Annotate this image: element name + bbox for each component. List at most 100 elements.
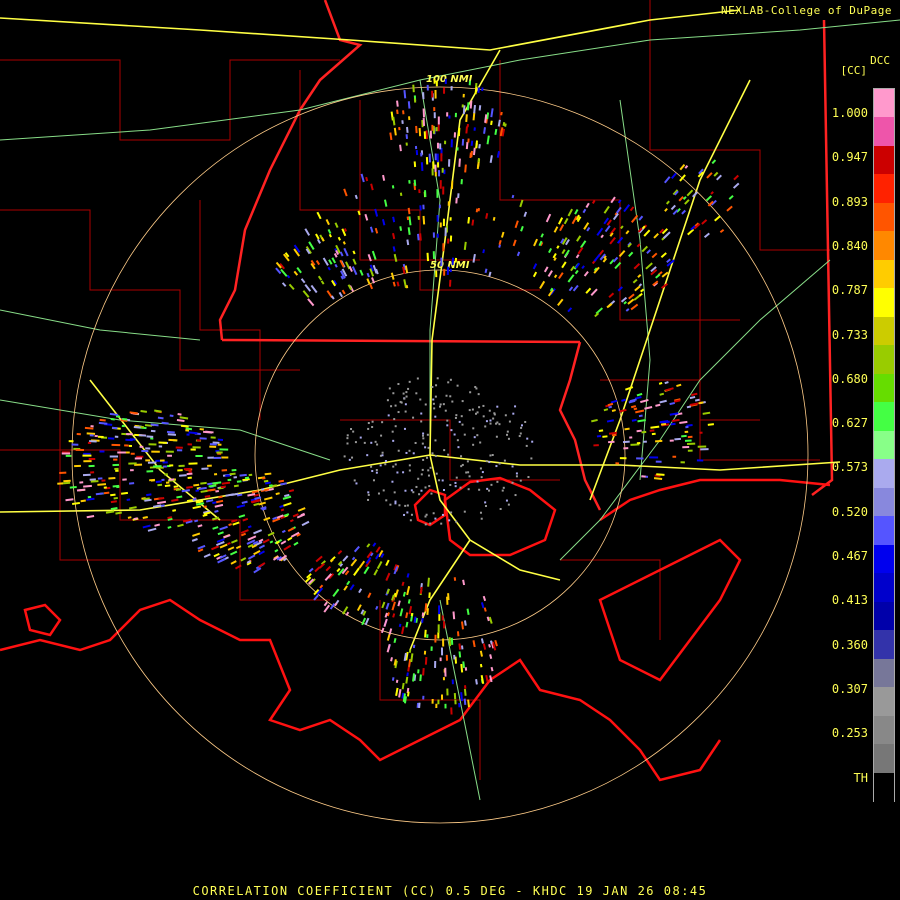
- radar-echo: [310, 284, 318, 294]
- radar-echo: [520, 424, 523, 427]
- radar-echo: [607, 303, 613, 308]
- radar-echo: [449, 395, 452, 398]
- radar-echo: [110, 493, 116, 497]
- radar-echo: [188, 431, 198, 435]
- radar-echo: [581, 265, 585, 270]
- radar-echo: [381, 601, 386, 609]
- radar-echo: [408, 216, 412, 226]
- radar-echo: [439, 405, 442, 408]
- radar-echo: [557, 298, 564, 307]
- color-scale-segment: [874, 487, 894, 517]
- radar-echo: [502, 486, 505, 489]
- radar-echo: [364, 213, 369, 221]
- radar-echo: [393, 418, 396, 421]
- radar-echo: [284, 493, 290, 498]
- radar-echo: [408, 449, 411, 452]
- radar-echo: [385, 499, 388, 502]
- radar-echo: [512, 239, 517, 247]
- radar-echo: [705, 195, 713, 202]
- radar-echo: [406, 672, 409, 677]
- radar-echo: [404, 403, 407, 406]
- radar-echo: [580, 240, 587, 249]
- radar-echo: [468, 409, 471, 412]
- radar-echo: [461, 400, 464, 403]
- radar-echo: [403, 90, 407, 99]
- radar-echo: [412, 673, 416, 682]
- radar-echo: [484, 268, 488, 274]
- radar-echo: [662, 231, 671, 239]
- radar-echo: [460, 455, 463, 458]
- radar-echo: [396, 471, 399, 474]
- color-scale-label: 0.253: [831, 726, 868, 741]
- radar-echo: [479, 467, 482, 470]
- radar-echo: [342, 555, 349, 562]
- color-scale-segment: [874, 117, 894, 147]
- radar-echo: [467, 471, 470, 474]
- radar-echo: [317, 275, 323, 281]
- radar-echo: [497, 119, 501, 127]
- radar-echo: [608, 431, 618, 435]
- radar-echo: [97, 483, 107, 486]
- radar-echo: [407, 387, 410, 390]
- radar-echo: [401, 682, 405, 690]
- radar-echo: [687, 228, 695, 236]
- radar-echo: [467, 488, 470, 491]
- radar-echo: [305, 576, 312, 583]
- radar-echo: [371, 426, 374, 429]
- radar-echo: [343, 228, 347, 232]
- radar-echo: [382, 489, 385, 492]
- radar-echo: [507, 437, 510, 440]
- radar-echo: [343, 188, 348, 197]
- radar-echo: [269, 540, 274, 544]
- radar-echo: [86, 497, 95, 501]
- radar-echo: [486, 112, 490, 120]
- radar-echo: [571, 215, 578, 225]
- radar-echo: [452, 611, 456, 620]
- radar-echo: [594, 312, 600, 318]
- color-scale-segment: [874, 202, 894, 232]
- radar-echo: [713, 171, 719, 177]
- radar-echo: [95, 492, 104, 496]
- radar-echo: [408, 380, 411, 383]
- radar-echo: [620, 225, 624, 230]
- radar-echo: [424, 486, 427, 489]
- radar-echo: [456, 631, 460, 637]
- radar-echo: [454, 485, 457, 488]
- radar-echo: [661, 271, 669, 278]
- radar-echo: [607, 402, 614, 407]
- color-scale-segment: [874, 573, 894, 603]
- radar-echo: [570, 265, 575, 272]
- radar-echo: [288, 283, 295, 291]
- color-scale-bar: [873, 88, 895, 802]
- radar-echo: [484, 425, 487, 428]
- radar-echo: [405, 391, 408, 394]
- radar-echo: [154, 523, 161, 527]
- radar-echo: [653, 477, 663, 480]
- radar-echo: [631, 418, 637, 422]
- radar-echo: [590, 288, 598, 296]
- radar-echo: [383, 618, 388, 627]
- radar-echo: [406, 504, 409, 507]
- radar-echo: [625, 230, 630, 235]
- radar-echo: [415, 392, 418, 395]
- radar-echo: [213, 552, 220, 558]
- radar-echo: [532, 271, 538, 278]
- radar-echo: [195, 500, 204, 504]
- radar-echo: [379, 464, 382, 467]
- radar-echo: [478, 143, 481, 149]
- radar-echo: [422, 432, 425, 435]
- radar-echo: [557, 217, 564, 225]
- radar-echo: [460, 415, 463, 418]
- radar-echo: [525, 444, 528, 447]
- radar-echo: [684, 165, 689, 169]
- color-scale-segment: [874, 744, 894, 774]
- radar-echo: [390, 405, 393, 408]
- radar-echo: [567, 274, 575, 283]
- radar-echo: [424, 515, 427, 518]
- radar-echo: [467, 217, 471, 224]
- radar-echo: [405, 284, 409, 289]
- radar-echo: [438, 479, 441, 482]
- radar-echo: [475, 387, 478, 390]
- radar-echo: [229, 550, 238, 556]
- radar-echo: [408, 469, 411, 472]
